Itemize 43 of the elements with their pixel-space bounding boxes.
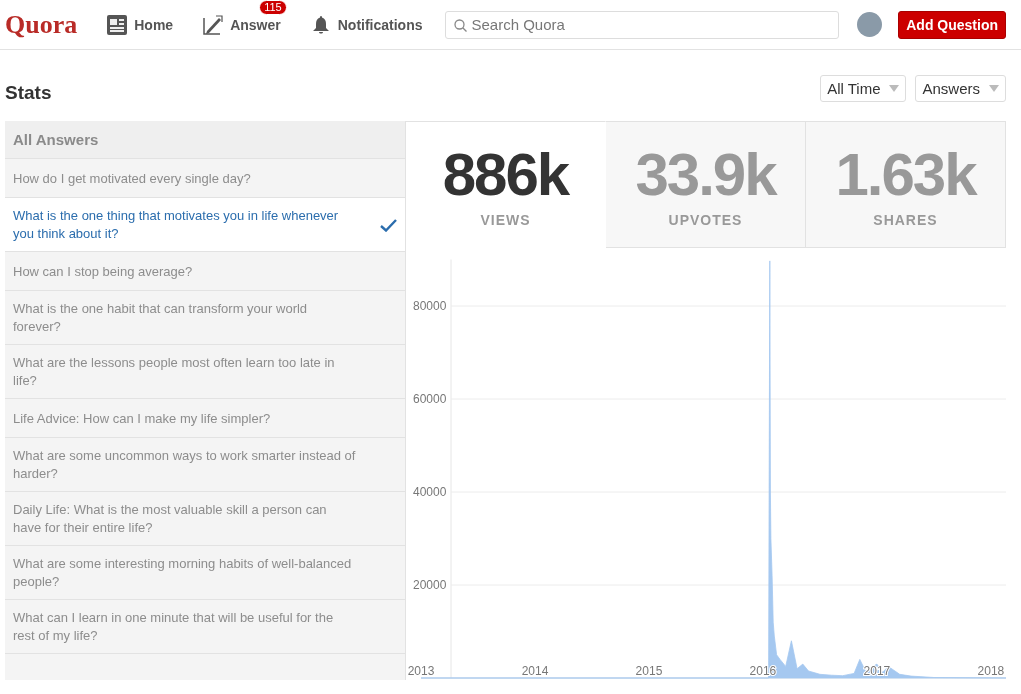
add-question-button[interactable]: Add Question — [898, 10, 1006, 39]
metric-value: 1.63k — [835, 140, 976, 210]
pencil-icon — [203, 14, 224, 35]
x-tick-label: 2017 — [863, 664, 891, 678]
list-heading: All Answers — [5, 121, 405, 159]
caret-icon — [889, 85, 900, 92]
metric-label: VIEWS — [480, 212, 531, 228]
metric-label: UPVOTES — [668, 212, 743, 228]
x-tick-label: 2015 — [635, 664, 663, 678]
y-tick-label: 20000 — [413, 578, 447, 592]
avatar[interactable] — [857, 12, 883, 37]
question-item[interactable]: What are some uncommon ways to work smarter instead of harder? — [5, 438, 405, 492]
y-tick-label: 60000 — [413, 392, 447, 406]
question-item[interactable]: What can I learn in one minute that will be useful for the rest of my life? — [5, 600, 405, 654]
caret-icon — [989, 85, 999, 92]
nav-link[interactable]: Notifications — [310, 14, 423, 35]
question-item[interactable]: What is the one habit that can transform your world forever? — [5, 291, 405, 345]
question-item[interactable]: What are the lessons people most often learn too late in life? — [5, 345, 405, 399]
y-tick-label: 80000 — [413, 299, 447, 313]
y-tick-label: 40000 — [413, 485, 447, 499]
filter-dropdown[interactable]: All Time — [820, 75, 907, 102]
question-item[interactable]: How can I stop being average? — [5, 252, 405, 291]
x-tick-label: 2014 — [521, 664, 549, 678]
newspaper-icon — [107, 14, 128, 35]
metric-tab[interactable]: 1.63k SHARES — [806, 121, 1006, 248]
logo[interactable]: Quora — [5, 9, 78, 40]
question-item[interactable]: What is the one thing that motivates you in life whenever you think about it? — [5, 198, 405, 252]
question-item[interactable]: Daily Life: What is the most valuable skill a person can have for their entire life? — [5, 492, 405, 546]
nav-link[interactable]: Home — [107, 14, 174, 35]
metric-tab[interactable]: 33.9k UPVOTES — [606, 121, 806, 248]
nav-link[interactable]: Answer — [203, 14, 281, 35]
filter-dropdown[interactable]: Answers — [915, 75, 1006, 102]
x-tick-label: 2018 — [977, 664, 1005, 678]
metric-value: 33.9k — [635, 140, 776, 210]
metric-value: 886k — [442, 140, 569, 210]
checkmark-icon — [380, 218, 397, 232]
search-field[interactable]: Search Quora — [444, 10, 840, 39]
count-badge: 115 — [259, 0, 287, 15]
question-item[interactable]: Life Advice: How can I make my life simpler? — [5, 399, 405, 438]
metric-label: SHARES — [873, 212, 938, 228]
page-title: Stats — [5, 80, 53, 104]
question-item[interactable]: What are some interesting morning habits of well-balanced people? — [5, 546, 405, 600]
x-tick-label: 2013 — [407, 664, 435, 678]
